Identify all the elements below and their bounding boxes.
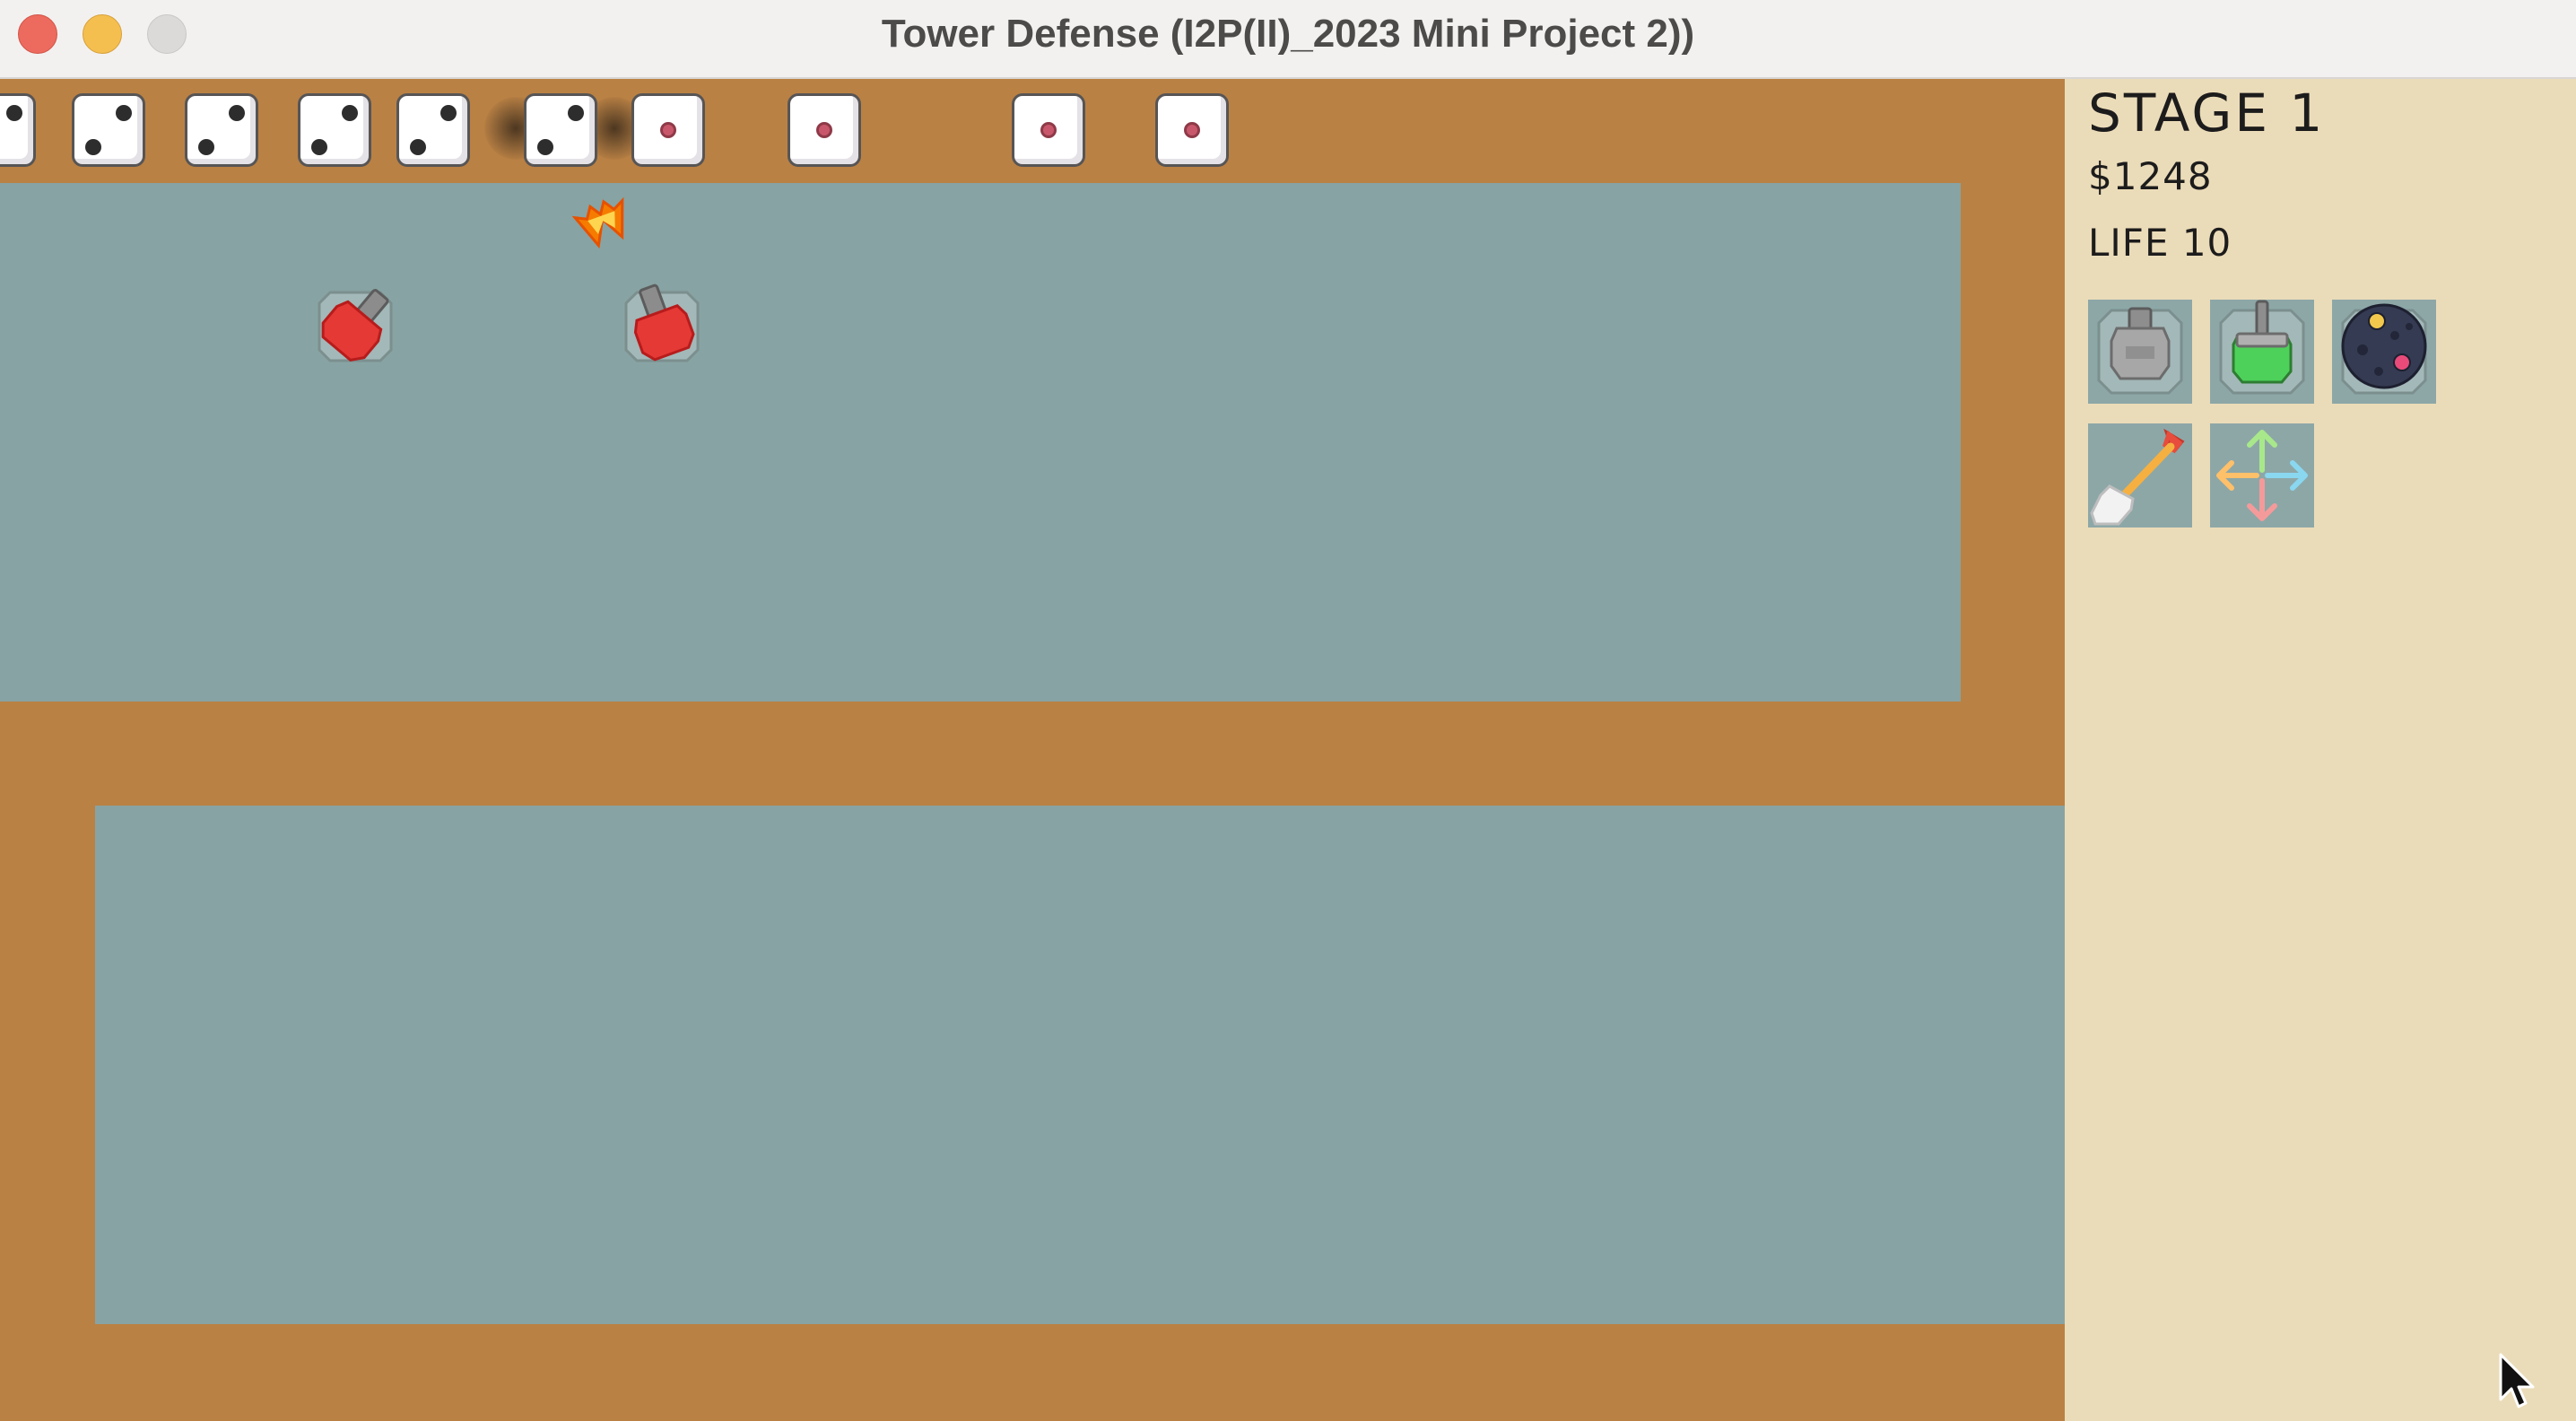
dice-pip xyxy=(537,139,553,155)
enemy-dice xyxy=(631,93,705,167)
floor-area-bottom[interactable] xyxy=(95,806,2065,1324)
dice-pip xyxy=(410,139,426,155)
move-tool-button[interactable] xyxy=(2210,423,2314,527)
title-bar: Tower Defense (I2P(II)_2023 Mini Project… xyxy=(0,0,2576,79)
window-title: Tower Defense (I2P(II)_2023 Mini Project… xyxy=(881,12,1695,56)
buy-missile-mine-button[interactable] xyxy=(2332,300,2436,404)
missile-mine-icon xyxy=(2341,303,2427,395)
side-panel: STAGE 1 $1248 LIFE 10 xyxy=(2065,79,2576,1421)
dice-pip xyxy=(116,105,132,121)
buy-machine-gun-turret-button[interactable] xyxy=(2088,300,2192,404)
flame-bullet-icon xyxy=(571,196,624,249)
enemy-dice xyxy=(1155,93,1229,167)
buy-laser-turret-button[interactable] xyxy=(2210,300,2314,404)
dice-pip xyxy=(816,122,832,138)
dice-pip xyxy=(1040,122,1057,138)
enemy-dice xyxy=(396,93,470,167)
machine-gun-turret-icon[interactable] xyxy=(310,282,400,371)
enemy-dice xyxy=(72,93,145,167)
money-label: $1248 xyxy=(2088,154,2213,198)
machine-gun-turret-icon[interactable] xyxy=(617,282,707,371)
enemy-dice xyxy=(1012,93,1085,167)
stage-label: STAGE 1 xyxy=(2088,83,2326,144)
move-arrows-icon xyxy=(2216,430,2308,521)
life-label: LIFE 10 xyxy=(2088,221,2232,265)
dice-pip xyxy=(6,105,22,121)
mouse-cursor-icon xyxy=(2499,1353,2535,1408)
shovel-tool-button[interactable] xyxy=(2088,423,2192,527)
dice-pip xyxy=(1184,122,1200,138)
enemy-dice xyxy=(298,93,371,167)
enemy-dice xyxy=(185,93,258,167)
machine-gun-turret-icon xyxy=(2097,307,2183,395)
game-map[interactable] xyxy=(0,79,2065,1421)
dice-pip xyxy=(440,105,457,121)
dice-pip xyxy=(85,139,101,155)
dice-pip xyxy=(568,105,584,121)
dice-pip xyxy=(311,139,327,155)
dice-pip xyxy=(198,139,214,155)
dice-pip xyxy=(342,105,358,121)
floor-area-top[interactable] xyxy=(0,183,1961,702)
enemy-dice xyxy=(524,93,597,167)
dice-pip xyxy=(660,122,676,138)
dice-pip xyxy=(229,105,245,121)
enemy-dice xyxy=(788,93,861,167)
shovel-icon xyxy=(2090,428,2185,526)
laser-turret-icon xyxy=(2219,300,2305,395)
enemy-dice xyxy=(0,93,36,167)
